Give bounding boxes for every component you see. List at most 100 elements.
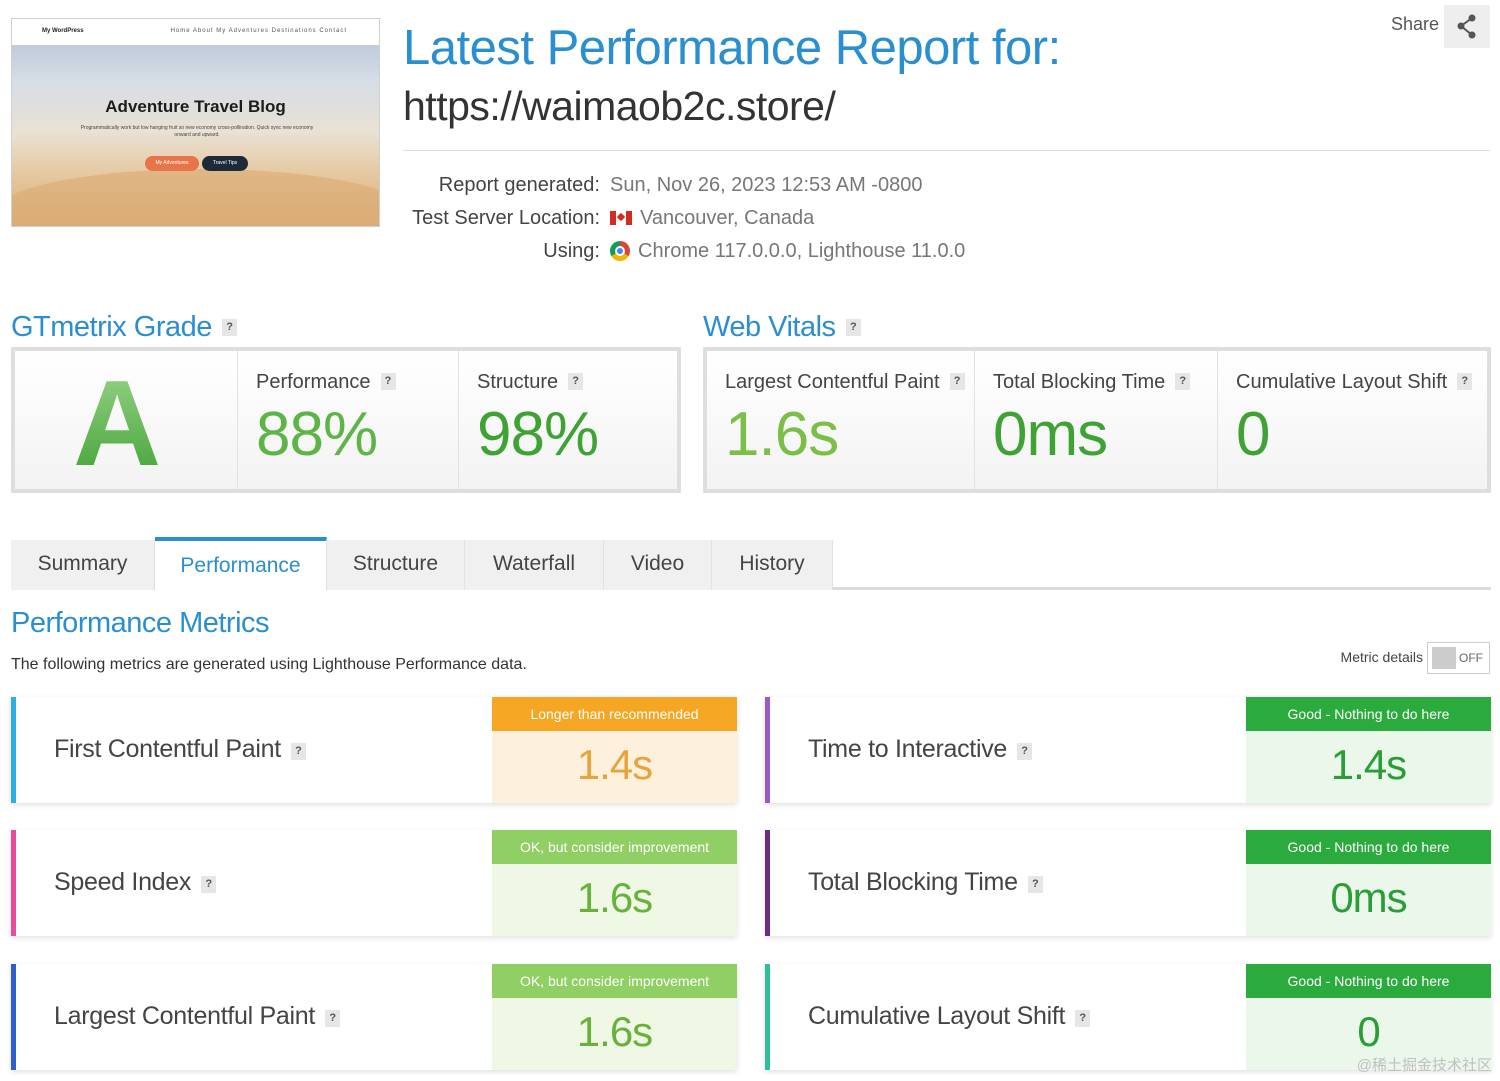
tab-waterfall[interactable]: Waterfall: [465, 540, 604, 590]
help-icon[interactable]: ?: [1017, 743, 1032, 760]
help-icon[interactable]: ?: [380, 373, 396, 390]
structure-score-cell: Structure? 98%: [459, 351, 677, 489]
help-icon[interactable]: ?: [568, 373, 584, 390]
help-icon[interactable]: ?: [1027, 876, 1043, 893]
metric-value: 1.6s: [576, 1008, 653, 1055]
metric-name: Total Blocking Time: [808, 868, 1018, 896]
metric-name: First Contentful Paint: [54, 735, 281, 763]
metric-details-label: Metric details: [1340, 649, 1423, 665]
thumbnail-blog-title: Adventure Travel Blog: [105, 97, 286, 116]
metric-status: OK, but consider improvement: [492, 830, 737, 864]
tab-performance[interactable]: Performance: [155, 537, 327, 590]
metric-value: 1.6s: [576, 874, 653, 921]
share-icon: [1457, 14, 1476, 39]
vital-tbt-cell: Total Blocking Time? 0ms: [975, 351, 1218, 489]
grade-letter: A: [73, 355, 162, 491]
metric-card-tti[interactable]: Time to Interactive? Good - Nothing to d…: [765, 697, 1491, 803]
metric-card-speed-index[interactable]: Speed Index? OK, but consider improvemen…: [11, 830, 737, 936]
canada-flag-icon: [610, 211, 632, 225]
metric-status: Longer than recommended: [492, 697, 737, 731]
metric-name: Largest Contentful Paint: [54, 1002, 316, 1030]
metric-value: 1.4s: [1330, 741, 1407, 788]
share-button[interactable]: [1444, 5, 1490, 48]
report-tabs: Summary Performance Structure Waterfall …: [11, 537, 1491, 590]
vital-lcp-label: Largest Contentful Paint: [725, 371, 940, 393]
tab-summary[interactable]: Summary: [11, 540, 155, 590]
web-vitals-heading: Web Vitals?: [703, 311, 861, 344]
chrome-icon: [610, 241, 630, 261]
meta-report-generated: Report generated: Sun, Nov 26, 2023 12:53…: [400, 174, 923, 204]
vital-cls-label: Cumulative Layout Shift: [1236, 371, 1448, 393]
help-icon[interactable]: ?: [325, 1010, 341, 1027]
thumbnail-nav: My WordPress Home About My Adventures De…: [12, 19, 379, 45]
help-icon[interactable]: ?: [845, 319, 861, 336]
meta-using-value: Chrome 117.0.0.0, Lighthouse 11.0.0: [638, 240, 966, 262]
toggle-knob: [1432, 647, 1456, 669]
metric-name: Cumulative Layout Shift: [808, 1002, 1066, 1030]
metric-score-box: OK, but consider improvement 1.6s: [492, 830, 737, 936]
help-icon[interactable]: ?: [290, 743, 306, 760]
vital-cls-value: 0: [1236, 400, 1270, 469]
performance-score-value: 88%: [256, 400, 378, 469]
thumbnail-secondary-button: Travel Tips: [202, 156, 248, 171]
gtmetrix-grade-title: GTmetrix Grade: [11, 311, 212, 343]
performance-metrics-description: The following metrics are generated usin…: [11, 656, 527, 673]
metric-card-fcp[interactable]: First Contentful Paint? Longer than reco…: [11, 697, 737, 803]
help-icon[interactable]: ?: [1457, 373, 1473, 390]
meta-location-value: Vancouver, Canada: [640, 207, 815, 229]
metric-score-box: Longer than recommended 1.4s: [492, 697, 737, 803]
structure-score-label: Structure: [477, 371, 559, 393]
metric-value: 0ms: [1330, 874, 1407, 921]
tab-history[interactable]: History: [712, 540, 833, 590]
meta-using-label: Using:: [543, 240, 600, 262]
web-vitals-panel: Largest Contentful Paint? 1.6s Total Blo…: [703, 347, 1491, 493]
vital-tbt-label: Total Blocking Time: [993, 371, 1166, 393]
help-icon[interactable]: ?: [1175, 373, 1191, 390]
metric-card-lcp[interactable]: Largest Contentful Paint? OK, but consid…: [11, 964, 737, 1070]
tab-structure[interactable]: Structure: [327, 540, 465, 590]
help-icon[interactable]: ?: [201, 876, 217, 893]
meta-using: Using: Chrome 117.0.0.0, Lighthouse 11.0.…: [400, 240, 965, 270]
site-screenshot-thumbnail[interactable]: My WordPress Home About My Adventures De…: [11, 18, 380, 227]
grade-cell: A: [15, 351, 238, 491]
help-icon[interactable]: ?: [949, 373, 965, 390]
thumbnail-primary-button: My Adventures: [145, 156, 199, 171]
meta-generated-label: Report generated:: [438, 174, 600, 196]
help-icon[interactable]: ?: [221, 319, 237, 336]
meta-generated-value: Sun, Nov 26, 2023 12:53 AM -0800: [610, 174, 923, 196]
vital-tbt-value: 0ms: [993, 400, 1108, 469]
metric-value: 1.4s: [576, 741, 653, 788]
metric-details-toggle[interactable]: OFF: [1427, 642, 1490, 674]
metric-score-box: Good - Nothing to do here 1.4s: [1246, 697, 1491, 803]
share-label[interactable]: Share: [1391, 14, 1439, 35]
performance-score-label: Performance: [256, 371, 371, 393]
gtmetrix-grade-heading: GTmetrix Grade?: [11, 311, 237, 344]
metric-status: OK, but consider improvement: [492, 964, 737, 998]
vital-cls-cell: Cumulative Layout Shift? 0: [1218, 351, 1487, 489]
vital-lcp-cell: Largest Contentful Paint? 1.6s: [707, 351, 975, 489]
help-icon[interactable]: ?: [1075, 1010, 1091, 1027]
watermark: @稀土掘金技术社区: [1356, 1057, 1492, 1074]
structure-score-value: 98%: [477, 400, 599, 469]
meta-location-label: Test Server Location:: [412, 207, 600, 229]
meta-server-location: Test Server Location: Vancouver, Canada: [400, 207, 814, 237]
web-vitals-title: Web Vitals: [703, 311, 836, 343]
thumbnail-dune: [12, 169, 379, 226]
performance-score-cell: Performance? 88%: [238, 351, 459, 489]
header-divider: [403, 150, 1490, 151]
metric-card-tbt[interactable]: Total Blocking Time? Good - Nothing to d…: [765, 830, 1491, 936]
metric-status: Good - Nothing to do here: [1246, 830, 1491, 864]
report-title: Latest Performance Report for:: [403, 21, 1061, 75]
thumbnail-blog-subtitle: Programmatically work but low hanging fr…: [80, 125, 314, 138]
thumbnail-site-name: My WordPress: [42, 28, 84, 34]
performance-metrics-heading: Performance Metrics: [11, 607, 270, 639]
tab-video[interactable]: Video: [604, 540, 712, 590]
metric-score-box: OK, but consider improvement 1.6s: [492, 964, 737, 1070]
report-url[interactable]: https://waimaob2c.store/: [403, 83, 836, 130]
metric-score-box: Good - Nothing to do here 0ms: [1246, 830, 1491, 936]
toggle-state: OFF: [1459, 651, 1483, 665]
metric-status: Good - Nothing to do here: [1246, 964, 1491, 998]
gtmetrix-grade-panel: A Performance? 88% Structure? 98%: [11, 347, 681, 493]
metric-value: 0: [1357, 1008, 1380, 1055]
metric-name: Time to Interactive: [808, 735, 1007, 763]
